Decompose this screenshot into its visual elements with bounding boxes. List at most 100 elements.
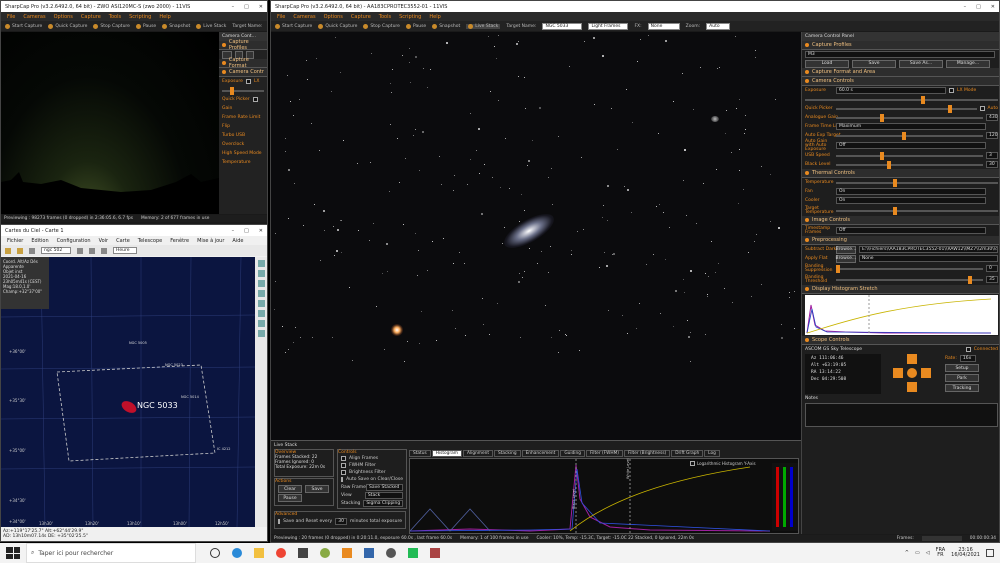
left-capture-format[interactable]: Capture Format bbox=[219, 57, 267, 69]
target-name-input[interactable]: NGC 5033 bbox=[542, 22, 583, 30]
cdc-menu-carte[interactable]: Carte bbox=[116, 238, 130, 244]
stacking-select[interactable]: Sigma Clipping bbox=[363, 499, 404, 507]
object-label-ic4212[interactable]: IC 4212 bbox=[217, 447, 231, 451]
cdc-side-icon[interactable] bbox=[257, 320, 265, 327]
cdc-fov-select[interactable]: Heure bbox=[113, 247, 137, 254]
cdc-side-icon[interactable] bbox=[257, 290, 265, 297]
auto-checkbox[interactable] bbox=[979, 106, 985, 111]
allsky-preview[interactable] bbox=[1, 32, 219, 214]
flat-path[interactable]: None bbox=[858, 255, 998, 262]
app-icon[interactable] bbox=[298, 548, 308, 558]
main-menu-scripting[interactable]: Scripting bbox=[399, 14, 421, 20]
cdc-side-icon[interactable] bbox=[257, 270, 265, 277]
rgb-level-sliders[interactable] bbox=[772, 463, 798, 531]
taskbar-search-box[interactable]: ⌕ Taper ici pour rechercher bbox=[26, 543, 196, 563]
tray-chevron-icon[interactable]: ^ bbox=[905, 550, 909, 556]
save-reset-minutes[interactable]: 30 bbox=[335, 517, 347, 525]
edge-icon[interactable] bbox=[232, 548, 242, 558]
network-icon[interactable]: ▭ bbox=[915, 550, 920, 556]
gain-value[interactable]: 430 bbox=[986, 114, 998, 121]
main-menu-tools[interactable]: Tools bbox=[379, 14, 391, 20]
display-histogram[interactable] bbox=[805, 295, 998, 335]
fan-select[interactable]: On bbox=[836, 188, 986, 195]
tab-stacking[interactable]: Stacking bbox=[494, 450, 521, 457]
main-menu-options[interactable]: Options bbox=[324, 14, 343, 20]
banding-thresh-slider[interactable] bbox=[836, 275, 983, 284]
file-explorer-icon[interactable] bbox=[254, 548, 264, 558]
main-close-icon[interactable]: ✕ bbox=[991, 4, 995, 10]
main-quick-capture-button[interactable]: Quick Capture bbox=[318, 23, 357, 29]
zoom-select[interactable]: Auto bbox=[706, 22, 731, 30]
west-arrow-icon[interactable] bbox=[921, 368, 931, 378]
volume-icon[interactable]: ◁ bbox=[926, 550, 930, 556]
target-temp-slider[interactable] bbox=[836, 206, 998, 215]
menu-scripting[interactable]: Scripting bbox=[129, 14, 151, 20]
tab-drift-graph[interactable]: Drift Graph bbox=[671, 450, 704, 457]
main-stop-capture-button[interactable]: Stop Capture bbox=[363, 23, 400, 29]
menu-capture[interactable]: Capture bbox=[81, 14, 101, 20]
cdc-menu-telescope[interactable]: Telescope bbox=[138, 238, 162, 244]
capture-profiles-section[interactable]: Capture Profiles bbox=[802, 41, 999, 50]
open-icon[interactable] bbox=[5, 247, 11, 254]
profile-select[interactable]: M3 bbox=[805, 51, 995, 58]
brightness-filter-checkbox[interactable] bbox=[341, 470, 346, 475]
exposure-input[interactable]: 60.0 s bbox=[836, 87, 946, 94]
menu-cameras[interactable]: Cameras bbox=[23, 14, 45, 20]
main-menu-cameras[interactable]: Cameras bbox=[293, 14, 315, 20]
cooler-select[interactable]: On bbox=[836, 197, 986, 204]
pause-stack-button[interactable]: Pause bbox=[278, 494, 302, 502]
cdc-menu-miseajour[interactable]: Mise à jour bbox=[197, 238, 224, 244]
main-pause-button[interactable]: Pause bbox=[405, 23, 426, 29]
tab-filter-fwhm[interactable]: Filter (FWHM) bbox=[585, 450, 623, 457]
save-reset-checkbox[interactable] bbox=[278, 518, 281, 524]
pause-button[interactable]: Pause bbox=[135, 23, 156, 29]
preprocessing-section[interactable]: Preprocessing bbox=[802, 236, 999, 245]
left-exposure-slider[interactable] bbox=[222, 86, 264, 95]
object-label-ngc5023[interactable]: NGC 5023 bbox=[165, 363, 183, 367]
rate-select[interactable]: 16x bbox=[959, 354, 976, 362]
cdc-menu-fichier[interactable]: Fichier bbox=[7, 238, 23, 244]
menu-tools[interactable]: Tools bbox=[109, 14, 121, 20]
save-as-profile-button[interactable]: Save As... bbox=[899, 59, 943, 68]
banding-supp-slider[interactable] bbox=[836, 264, 983, 273]
lx-mode-checkbox[interactable] bbox=[949, 88, 954, 93]
tab-enhancement[interactable]: Enhancement bbox=[521, 450, 560, 457]
tab-status[interactable]: Status bbox=[409, 450, 431, 457]
language-indicator[interactable]: FRA FR bbox=[936, 548, 946, 558]
cdc-search-box[interactable]: ngc 502 bbox=[41, 247, 71, 254]
sharpcap-icon[interactable] bbox=[342, 548, 352, 558]
stop-capture-button[interactable]: Stop Capture bbox=[93, 23, 130, 29]
auto-gain-select[interactable]: Off bbox=[836, 142, 986, 149]
cdc-menu-voir[interactable]: Voir bbox=[99, 238, 109, 244]
app-icon[interactable] bbox=[430, 548, 440, 558]
gain-slider[interactable] bbox=[836, 113, 983, 122]
tab-histogram[interactable]: Histogram bbox=[431, 450, 462, 457]
flat-browse-button[interactable]: Browse... bbox=[835, 254, 856, 263]
save-profile-button[interactable]: Save bbox=[852, 59, 896, 68]
raw-frames-select[interactable]: Save Stacked bbox=[366, 483, 403, 491]
main-maximize-icon[interactable]: □ bbox=[976, 4, 981, 10]
dark-browse-button[interactable]: Browse... bbox=[836, 245, 856, 254]
cdc-tool-icon-2[interactable] bbox=[89, 247, 95, 254]
minimize-icon[interactable]: – bbox=[232, 4, 235, 10]
usb-speed-slider[interactable] bbox=[836, 151, 983, 160]
stack-histogram-area[interactable]: Black Level White Level Logarithmic Hist… bbox=[409, 458, 799, 534]
save-stack-button[interactable]: Save bbox=[305, 485, 329, 493]
cdc-side-icon[interactable] bbox=[257, 260, 265, 267]
park-button[interactable]: Park bbox=[945, 374, 979, 382]
capture-format-section[interactable]: Capture Format and Area bbox=[802, 68, 999, 77]
menu-file[interactable]: File bbox=[7, 14, 15, 20]
main-snapshot-button[interactable]: Snapshot bbox=[432, 23, 460, 29]
start-capture-button[interactable]: Start Capture bbox=[5, 23, 42, 29]
print-icon[interactable] bbox=[29, 247, 35, 254]
main-start-capture-button[interactable]: Start Capture bbox=[275, 23, 312, 29]
cdc-maximize-icon[interactable]: □ bbox=[244, 228, 249, 234]
cdc-close-icon[interactable]: ✕ bbox=[259, 228, 263, 234]
manage-profile-button[interactable]: Manage... bbox=[946, 59, 990, 68]
cdc-icon[interactable] bbox=[364, 548, 374, 558]
tab-guiding[interactable]: Guiding bbox=[560, 450, 585, 457]
frame-type-select[interactable]: Light Frames bbox=[588, 22, 629, 30]
cdc-side-icon[interactable] bbox=[257, 280, 265, 287]
main-live-stack-button[interactable]: Live Stack bbox=[466, 23, 501, 29]
clock[interactable]: 23:16 16/04/2021 bbox=[951, 548, 980, 558]
